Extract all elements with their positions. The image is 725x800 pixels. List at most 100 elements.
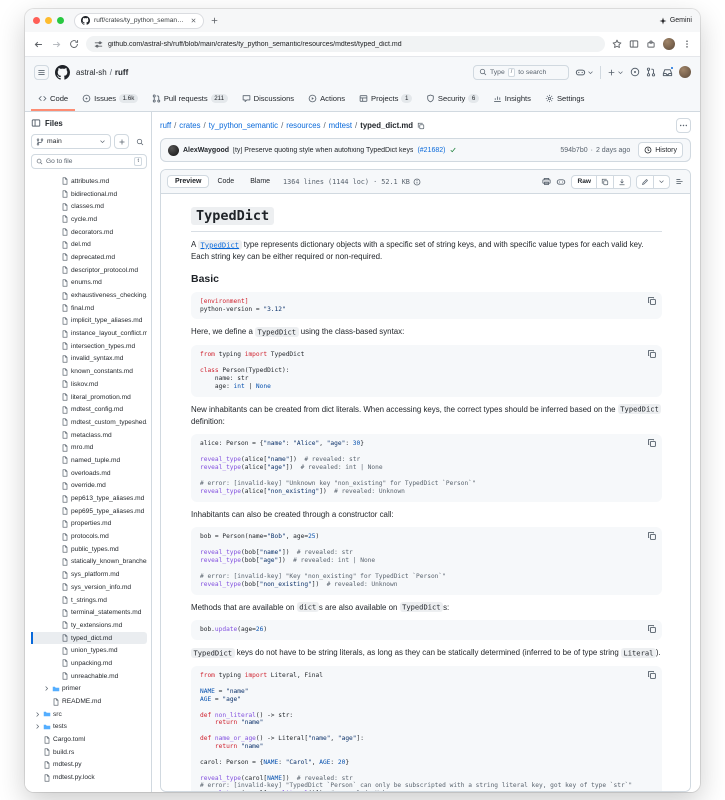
chevron-right-icon[interactable] <box>51 647 59 654</box>
gemini-button[interactable]: Gemini <box>659 17 692 25</box>
zoom-window-button[interactable] <box>57 17 64 24</box>
org-link[interactable]: astral-sh <box>76 68 107 77</box>
chevron-right-icon[interactable] <box>51 457 59 464</box>
nav-item-issues[interactable]: Issues 1.6k <box>75 87 145 111</box>
nav-item-insights[interactable]: Insights <box>486 87 538 111</box>
chevron-right-icon[interactable] <box>51 241 59 248</box>
chevron-right-icon[interactable] <box>51 292 59 299</box>
tree-item-properties.md[interactable]: properties.md <box>31 518 147 531</box>
chevron-right-icon[interactable] <box>51 597 59 604</box>
chevron-right-icon[interactable] <box>51 178 59 185</box>
chevron-right-icon[interactable] <box>51 571 59 578</box>
nav-item-settings[interactable]: Settings <box>538 87 591 111</box>
chevron-right-icon[interactable] <box>33 749 41 756</box>
tree-item-instance_layout_conflict.md[interactable]: instance_layout_conflict.md <box>31 327 147 340</box>
side-panel-icon[interactable] <box>629 39 639 49</box>
status-check-icon[interactable] <box>449 146 457 154</box>
edit-dropdown-button[interactable] <box>653 176 669 188</box>
chevron-right-icon[interactable] <box>51 406 59 413</box>
copy-code-button[interactable] <box>647 438 657 448</box>
tree-item-override.md[interactable]: override.md <box>31 480 147 493</box>
copy-code-button[interactable] <box>647 531 657 541</box>
close-window-button[interactable] <box>33 17 40 24</box>
tree-item-invalid_syntax.md[interactable]: invalid_syntax.md <box>31 353 147 366</box>
tree-item-implicit_type_aliases.md[interactable]: implicit_type_aliases.md <box>31 315 147 328</box>
chevron-right-icon[interactable] <box>51 279 59 286</box>
chevron-right-icon[interactable] <box>51 609 59 616</box>
commit-author[interactable]: AlexWaygood <box>183 147 229 154</box>
chevron-right-icon[interactable] <box>33 736 41 743</box>
chevron-right-icon[interactable] <box>33 761 41 768</box>
tree-item-final.md[interactable]: final.md <box>31 302 147 315</box>
chevron-right-icon[interactable] <box>51 444 59 451</box>
your-issues-button[interactable] <box>630 67 640 77</box>
copilot-file-button[interactable] <box>556 177 566 187</box>
tree-item-primer[interactable]: primer <box>31 683 147 696</box>
chevron-right-icon[interactable] <box>51 191 59 198</box>
new-tab-button[interactable] <box>210 16 219 25</box>
copy-code-button[interactable] <box>647 296 657 306</box>
tree-item-metaclass.md[interactable]: metaclass.md <box>31 429 147 442</box>
search-this-repo-button[interactable] <box>132 134 147 149</box>
chevron-right-icon[interactable] <box>51 203 59 210</box>
history-button[interactable]: History <box>638 142 683 158</box>
create-new-chevron-icon[interactable] <box>617 69 624 76</box>
chevron-right-icon[interactable] <box>51 216 59 223</box>
browser-tab[interactable]: ruff/crates/ty_python_seman… <box>74 13 204 29</box>
collapse-file-tree-button[interactable] <box>31 118 41 128</box>
commit-hash[interactable]: 594b7b0 <box>560 147 587 154</box>
tree-item-deprecated.md[interactable]: deprecated.md <box>31 251 147 264</box>
tree-item-cycle.md[interactable]: cycle.md <box>31 213 147 226</box>
tree-item-statically_known_branches.md[interactable]: statically_known_branches.md <box>31 556 147 569</box>
tree-item-README.md[interactable]: README.md <box>31 695 147 708</box>
global-search[interactable]: Type / to search <box>473 65 569 80</box>
browser-menu-icon[interactable] <box>682 39 692 49</box>
tree-item-mdtest_custom_typeshed.md[interactable]: mdtest_custom_typeshed.md <box>31 416 147 429</box>
branch-selector[interactable]: main <box>31 134 111 149</box>
tree-item-typed_dict.md[interactable]: typed_dict.md <box>31 632 147 645</box>
download-raw-button[interactable] <box>613 176 630 188</box>
commit-author-avatar[interactable] <box>168 145 179 156</box>
commit-pr-link[interactable]: (#21682) <box>417 147 445 154</box>
tab-close-icon[interactable] <box>190 17 197 24</box>
back-button[interactable] <box>33 39 44 50</box>
tree-item-pep613_type_aliases.md[interactable]: pep613_type_aliases.md <box>31 492 147 505</box>
chevron-right-icon[interactable] <box>51 673 59 680</box>
user-avatar[interactable] <box>679 66 691 78</box>
chevron-right-icon[interactable] <box>33 774 41 781</box>
tree-item-enums.md[interactable]: enums.md <box>31 277 147 290</box>
symbols-panel-button[interactable] <box>675 177 684 186</box>
info-icon[interactable] <box>413 178 421 186</box>
chevron-right-icon[interactable] <box>51 520 59 527</box>
commit-message[interactable]: [ty] Preserve quoting style when autofix… <box>233 147 413 154</box>
chevron-right-icon[interactable] <box>51 533 59 540</box>
chevron-right-icon[interactable] <box>42 685 50 692</box>
tree-item-named_tuple.md[interactable]: named_tuple.md <box>31 454 147 467</box>
forward-button[interactable] <box>51 39 62 50</box>
chevron-right-icon[interactable] <box>51 635 59 642</box>
tree-item-sys_platform.md[interactable]: sys_platform.md <box>31 568 147 581</box>
chevron-right-icon[interactable] <box>51 419 59 426</box>
github-logo[interactable] <box>55 65 70 80</box>
chevron-right-icon[interactable] <box>51 482 59 489</box>
display-settings-button[interactable] <box>542 177 551 186</box>
tab-preview[interactable]: Preview <box>167 175 209 188</box>
copy-path-button[interactable] <box>417 122 425 130</box>
tree-item-descriptor_protocol.md[interactable]: descriptor_protocol.md <box>31 264 147 277</box>
tree-item-public_types.md[interactable]: public_types.md <box>31 543 147 556</box>
tree-item-exhaustiveness_checking.md[interactable]: exhaustiveness_checking.md <box>31 289 147 302</box>
chevron-right-icon[interactable] <box>51 432 59 439</box>
tree-item-mdtest_config.md[interactable]: mdtest_config.md <box>31 403 147 416</box>
tree-item-t_strings.md[interactable]: t_strings.md <box>31 594 147 607</box>
copy-code-button[interactable] <box>647 624 657 634</box>
address-bar[interactable]: github.com/astral-sh/ruff/blob/main/crat… <box>86 36 605 52</box>
tree-item-decorators.md[interactable]: decorators.md <box>31 226 147 239</box>
tree-item-sys_version_info.md[interactable]: sys_version_info.md <box>31 581 147 594</box>
more-options-button[interactable] <box>676 118 691 133</box>
tree-item-src[interactable]: src <box>31 708 147 721</box>
tree-item-overloads.md[interactable]: overloads.md <box>31 467 147 480</box>
tree-item-union_types.md[interactable]: union_types.md <box>31 644 147 657</box>
tree-item-mdtest.py[interactable]: mdtest.py <box>31 759 147 772</box>
chevron-right-icon[interactable] <box>33 711 41 718</box>
inline-code-link[interactable]: TypedDict <box>198 240 242 250</box>
